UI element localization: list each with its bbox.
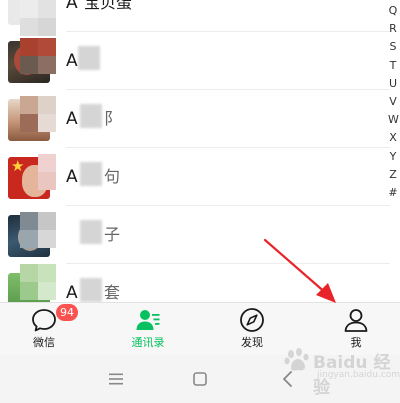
person-icon	[344, 309, 368, 332]
contact-row[interactable]: ★ A 句	[0, 148, 390, 206]
alphabet-index[interactable]: Q R S T U V W X Y Z #	[388, 2, 399, 202]
index-letter[interactable]: S	[388, 38, 398, 56]
contacts-icon	[136, 310, 160, 330]
watermark: Baidu 经验 jingyan.baidu.com	[283, 340, 400, 398]
contact-name-tail: 子	[104, 225, 121, 244]
contact-avatar[interactable]	[8, 0, 50, 25]
tab-label: 通讯录	[131, 336, 165, 349]
contact-row[interactable]: A	[0, 32, 390, 90]
index-letter[interactable]: R	[388, 20, 398, 38]
wechat-contacts-screen: A 宝贝蛋 A A 阝 ★ A 句 子 A 套 Q R S T U V W X …	[0, 0, 400, 403]
name-censor-block	[78, 46, 100, 70]
contact-name-tail: 句	[104, 167, 121, 186]
index-letter[interactable]: V	[388, 93, 398, 111]
index-letter[interactable]: U	[388, 75, 398, 93]
name-censor-block	[80, 162, 102, 186]
index-letter[interactable]: W	[388, 111, 399, 129]
contact-name-initial: A	[66, 109, 78, 129]
contact-name-tail: 阝	[104, 109, 121, 128]
index-letter[interactable]: X	[388, 129, 398, 147]
name-censor-block	[80, 220, 102, 244]
index-letter[interactable]: Q	[388, 2, 398, 20]
tab-label: 微信	[33, 336, 55, 349]
index-letter[interactable]: Y	[388, 148, 398, 166]
paw-logo-icon	[284, 348, 309, 371]
tab-contacts[interactable]: 通讯录	[108, 303, 188, 355]
tab-label: 发现	[241, 336, 263, 349]
index-letter[interactable]: T	[388, 57, 398, 75]
contact-avatar[interactable]	[8, 215, 50, 257]
contact-name-tail: 套	[104, 283, 121, 302]
index-letter[interactable]: #	[388, 184, 398, 202]
menu-icon[interactable]	[104, 367, 128, 391]
name-censor-block	[80, 278, 102, 302]
tab-chats[interactable]: 94 微信	[4, 303, 84, 355]
contact-name-initial: A	[66, 283, 78, 302]
compass-icon	[240, 308, 264, 332]
contact-avatar[interactable]: ★	[8, 157, 50, 199]
contact-name-tail: 宝贝蛋	[84, 0, 133, 12]
flag-star-icon: ★	[11, 157, 25, 175]
chat-bubble-icon	[32, 309, 56, 332]
contact-row[interactable]: 子	[0, 206, 390, 264]
contact-name-initial: A	[66, 0, 78, 13]
contact-name-initial: A	[66, 51, 78, 71]
tab-discover[interactable]: 发现	[212, 303, 292, 355]
contact-avatar[interactable]	[8, 41, 50, 83]
contact-row[interactable]: A 套	[0, 264, 390, 302]
watermark-url: jingyan.baidu.com	[317, 370, 400, 380]
unread-badge: 94	[56, 304, 78, 321]
contact-name-initial: A	[66, 167, 78, 187]
contact-row[interactable]: A 宝贝蛋	[0, 0, 390, 32]
index-letter[interactable]: Z	[388, 166, 398, 184]
contact-row[interactable]: A 阝	[0, 90, 390, 148]
name-censor-block	[80, 104, 102, 128]
contact-avatar[interactable]	[8, 273, 50, 302]
contact-list: A 宝贝蛋 A A 阝 ★ A 句 子 A 套	[0, 0, 390, 302]
contact-avatar[interactable]	[8, 99, 50, 141]
home-icon[interactable]	[188, 367, 212, 391]
